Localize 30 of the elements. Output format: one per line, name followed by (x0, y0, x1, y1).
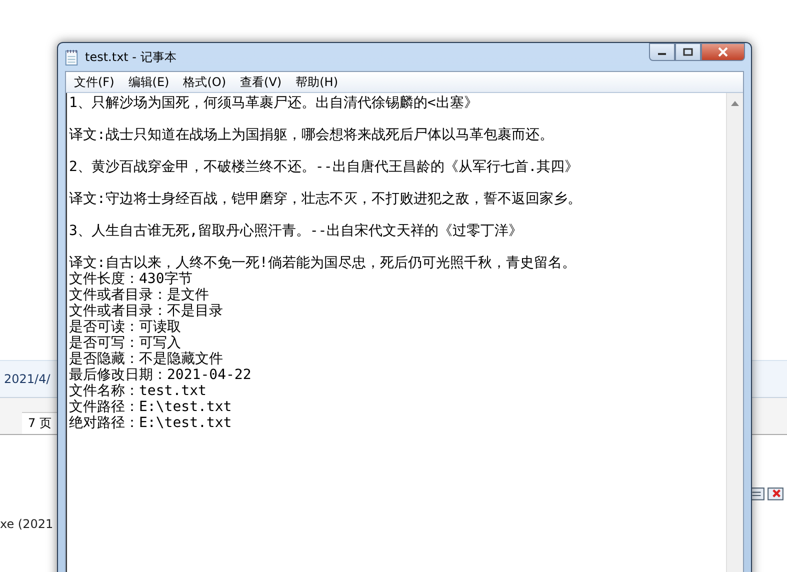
text-line: 文件长度：430字节 (69, 271, 192, 287)
close-button[interactable] (701, 43, 745, 61)
close-icon (718, 47, 728, 57)
menu-item[interactable]: 格式(O) (179, 74, 230, 90)
text-line: 文件路径：E:\test.txt (69, 399, 232, 415)
text-line: 译文:守边将士身经百战，铠甲磨穿，壮志不灭，不打败进犯之敌，誓不返回家乡。 (69, 191, 582, 207)
menu-item[interactable]: 查看(V) (236, 74, 286, 90)
list-item: xe (2021 (0, 517, 54, 531)
text-line: 1、只解沙场为国死，何须马革裹尸还。出自清代徐锡麟的<出塞》 (69, 95, 478, 111)
maximize-icon (683, 48, 693, 56)
menu-item[interactable]: 文件(F) (70, 74, 118, 90)
menu-item[interactable]: 帮助(H) (292, 74, 342, 90)
menu-item[interactable]: 编辑(E) (124, 74, 174, 90)
text-line: 文件名称：test.txt (69, 383, 206, 399)
text-line: 译文:自古以来，人终不免一死!倘若能为国尽忠，死后仍可光照千秋，青史留名。 (69, 255, 576, 271)
notepad-icon (64, 48, 79, 66)
text-line: 2、黄沙百战穿金甲，不破楼兰终不还。--出自唐代王昌龄的《从军行七首.其四》 (69, 159, 579, 175)
text-line: 译文:战士只知道在战场上为国捐躯，哪会想将来战死后尸体以马革包裹而还。 (69, 127, 554, 143)
scroll-up-icon[interactable] (731, 101, 739, 106)
maximize-button[interactable] (675, 43, 701, 61)
date-text: 2021/4/ (4, 372, 50, 386)
text-line: 是否可读：可读取 (69, 319, 181, 335)
text-line: 3、人生自古谁无死,留取丹心照汗青。--出自宋代文天祥的《过零丁洋》 (69, 223, 523, 239)
text-line: 是否可写：可写入 (69, 335, 181, 351)
minimize-button[interactable] (649, 43, 675, 61)
window-title: test.txt - 记事本 (85, 48, 176, 66)
text-line: 文件或者目录：是文件 (69, 287, 209, 303)
text-line: 最后修改日期：2021-04-22 (69, 367, 252, 383)
text-line: 是否隐藏：不是隐藏文件 (69, 351, 223, 367)
text-line: 文件或者目录：不是目录 (69, 303, 223, 319)
